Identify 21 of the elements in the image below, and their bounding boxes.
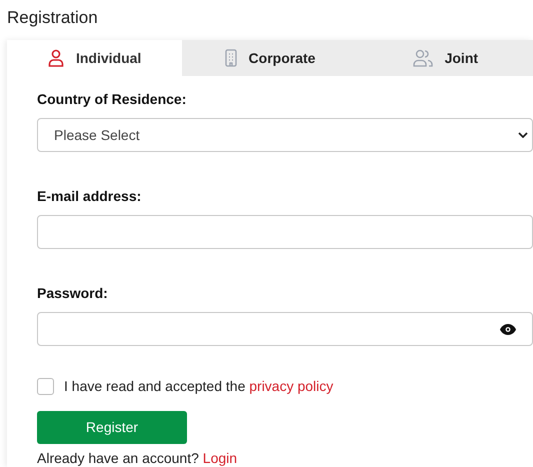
tab[interactable]: Joint xyxy=(358,40,533,76)
checkbox[interactable] xyxy=(37,378,54,395)
login-prompt: Already have an account? Login xyxy=(37,449,238,467)
building-icon xyxy=(224,49,237,67)
field-label: E-mail address: xyxy=(37,187,142,206)
eye-icon xyxy=(500,324,516,334)
country-select[interactable]: Please Select xyxy=(37,118,533,152)
login-link[interactable]: Login xyxy=(202,450,238,466)
page-title: Registration xyxy=(6,7,99,29)
register-button[interactable]: Register xyxy=(37,411,187,444)
privacy-policy-link[interactable]: privacy policy xyxy=(249,378,334,394)
person-icon xyxy=(48,49,64,67)
password-field[interactable] xyxy=(37,312,533,346)
tab[interactable]: Corporate xyxy=(182,40,358,76)
people-icon xyxy=(412,49,433,67)
chevron-down-icon xyxy=(518,132,528,138)
field-label: Country of Residence: xyxy=(37,90,188,109)
email-field[interactable] xyxy=(37,215,533,249)
tab[interactable]: Individual xyxy=(7,40,182,76)
consent-text: I have read and accepted the privacy policy xyxy=(64,377,334,396)
field-label: Password: xyxy=(37,284,109,303)
